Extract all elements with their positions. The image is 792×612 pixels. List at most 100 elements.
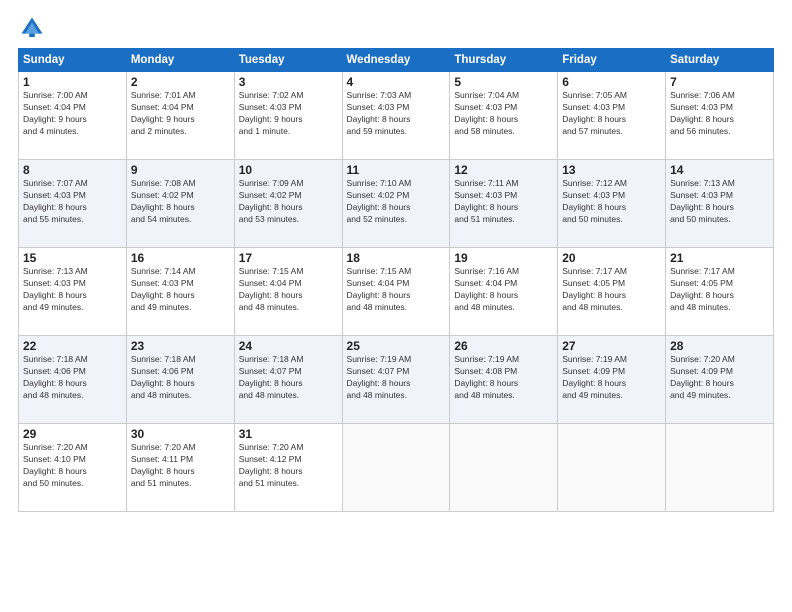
calendar-cell: 10Sunrise: 7:09 AM Sunset: 4:02 PM Dayli…	[234, 160, 342, 248]
calendar: SundayMondayTuesdayWednesdayThursdayFrid…	[18, 48, 774, 512]
day-number: 3	[239, 75, 338, 89]
calendar-cell: 27Sunrise: 7:19 AM Sunset: 4:09 PM Dayli…	[558, 336, 666, 424]
calendar-cell: 22Sunrise: 7:18 AM Sunset: 4:06 PM Dayli…	[19, 336, 127, 424]
calendar-cell: 2Sunrise: 7:01 AM Sunset: 4:04 PM Daylig…	[126, 72, 234, 160]
day-number: 12	[454, 163, 553, 177]
day-info: Sunrise: 7:13 AM Sunset: 4:03 PM Dayligh…	[670, 178, 769, 226]
day-info: Sunrise: 7:14 AM Sunset: 4:03 PM Dayligh…	[131, 266, 230, 314]
day-number: 16	[131, 251, 230, 265]
calendar-cell	[558, 424, 666, 512]
day-info: Sunrise: 7:19 AM Sunset: 4:07 PM Dayligh…	[347, 354, 446, 402]
day-info: Sunrise: 7:05 AM Sunset: 4:03 PM Dayligh…	[562, 90, 661, 138]
day-number: 24	[239, 339, 338, 353]
day-number: 27	[562, 339, 661, 353]
day-info: Sunrise: 7:02 AM Sunset: 4:03 PM Dayligh…	[239, 90, 338, 138]
calendar-cell: 30Sunrise: 7:20 AM Sunset: 4:11 PM Dayli…	[126, 424, 234, 512]
day-info: Sunrise: 7:20 AM Sunset: 4:10 PM Dayligh…	[23, 442, 122, 490]
day-number: 1	[23, 75, 122, 89]
col-header-saturday: Saturday	[666, 49, 774, 72]
day-info: Sunrise: 7:09 AM Sunset: 4:02 PM Dayligh…	[239, 178, 338, 226]
day-info: Sunrise: 7:13 AM Sunset: 4:03 PM Dayligh…	[23, 266, 122, 314]
calendar-cell: 24Sunrise: 7:18 AM Sunset: 4:07 PM Dayli…	[234, 336, 342, 424]
col-header-wednesday: Wednesday	[342, 49, 450, 72]
day-number: 10	[239, 163, 338, 177]
day-number: 2	[131, 75, 230, 89]
day-info: Sunrise: 7:19 AM Sunset: 4:08 PM Dayligh…	[454, 354, 553, 402]
logo	[18, 14, 49, 42]
day-info: Sunrise: 7:20 AM Sunset: 4:11 PM Dayligh…	[131, 442, 230, 490]
day-number: 28	[670, 339, 769, 353]
day-info: Sunrise: 7:03 AM Sunset: 4:03 PM Dayligh…	[347, 90, 446, 138]
day-number: 19	[454, 251, 553, 265]
day-number: 30	[131, 427, 230, 441]
page: SundayMondayTuesdayWednesdayThursdayFrid…	[0, 0, 792, 612]
calendar-cell: 9Sunrise: 7:08 AM Sunset: 4:02 PM Daylig…	[126, 160, 234, 248]
day-number: 15	[23, 251, 122, 265]
calendar-cell: 18Sunrise: 7:15 AM Sunset: 4:04 PM Dayli…	[342, 248, 450, 336]
calendar-cell: 25Sunrise: 7:19 AM Sunset: 4:07 PM Dayli…	[342, 336, 450, 424]
calendar-cell	[450, 424, 558, 512]
col-header-friday: Friday	[558, 49, 666, 72]
calendar-cell: 31Sunrise: 7:20 AM Sunset: 4:12 PM Dayli…	[234, 424, 342, 512]
calendar-cell: 21Sunrise: 7:17 AM Sunset: 4:05 PM Dayli…	[666, 248, 774, 336]
day-number: 9	[131, 163, 230, 177]
col-header-monday: Monday	[126, 49, 234, 72]
day-info: Sunrise: 7:17 AM Sunset: 4:05 PM Dayligh…	[562, 266, 661, 314]
calendar-cell: 4Sunrise: 7:03 AM Sunset: 4:03 PM Daylig…	[342, 72, 450, 160]
header	[18, 10, 774, 42]
day-number: 20	[562, 251, 661, 265]
calendar-cell: 28Sunrise: 7:20 AM Sunset: 4:09 PM Dayli…	[666, 336, 774, 424]
day-number: 29	[23, 427, 122, 441]
day-info: Sunrise: 7:18 AM Sunset: 4:06 PM Dayligh…	[23, 354, 122, 402]
day-info: Sunrise: 7:04 AM Sunset: 4:03 PM Dayligh…	[454, 90, 553, 138]
day-number: 13	[562, 163, 661, 177]
day-number: 21	[670, 251, 769, 265]
day-info: Sunrise: 7:20 AM Sunset: 4:12 PM Dayligh…	[239, 442, 338, 490]
calendar-cell	[342, 424, 450, 512]
col-header-tuesday: Tuesday	[234, 49, 342, 72]
day-number: 22	[23, 339, 122, 353]
calendar-week-row: 8Sunrise: 7:07 AM Sunset: 4:03 PM Daylig…	[19, 160, 774, 248]
day-info: Sunrise: 7:07 AM Sunset: 4:03 PM Dayligh…	[23, 178, 122, 226]
day-info: Sunrise: 7:15 AM Sunset: 4:04 PM Dayligh…	[347, 266, 446, 314]
calendar-week-row: 22Sunrise: 7:18 AM Sunset: 4:06 PM Dayli…	[19, 336, 774, 424]
calendar-cell: 13Sunrise: 7:12 AM Sunset: 4:03 PM Dayli…	[558, 160, 666, 248]
calendar-week-row: 1Sunrise: 7:00 AM Sunset: 4:04 PM Daylig…	[19, 72, 774, 160]
calendar-cell: 6Sunrise: 7:05 AM Sunset: 4:03 PM Daylig…	[558, 72, 666, 160]
day-number: 18	[347, 251, 446, 265]
day-number: 11	[347, 163, 446, 177]
col-header-thursday: Thursday	[450, 49, 558, 72]
day-number: 5	[454, 75, 553, 89]
day-info: Sunrise: 7:12 AM Sunset: 4:03 PM Dayligh…	[562, 178, 661, 226]
logo-icon	[18, 14, 46, 42]
col-header-sunday: Sunday	[19, 49, 127, 72]
day-number: 17	[239, 251, 338, 265]
calendar-cell: 20Sunrise: 7:17 AM Sunset: 4:05 PM Dayli…	[558, 248, 666, 336]
day-info: Sunrise: 7:19 AM Sunset: 4:09 PM Dayligh…	[562, 354, 661, 402]
calendar-header-row: SundayMondayTuesdayWednesdayThursdayFrid…	[19, 49, 774, 72]
calendar-week-row: 29Sunrise: 7:20 AM Sunset: 4:10 PM Dayli…	[19, 424, 774, 512]
day-number: 7	[670, 75, 769, 89]
calendar-cell: 12Sunrise: 7:11 AM Sunset: 4:03 PM Dayli…	[450, 160, 558, 248]
calendar-cell: 23Sunrise: 7:18 AM Sunset: 4:06 PM Dayli…	[126, 336, 234, 424]
calendar-cell: 5Sunrise: 7:04 AM Sunset: 4:03 PM Daylig…	[450, 72, 558, 160]
day-number: 26	[454, 339, 553, 353]
day-number: 4	[347, 75, 446, 89]
day-info: Sunrise: 7:16 AM Sunset: 4:04 PM Dayligh…	[454, 266, 553, 314]
day-info: Sunrise: 7:17 AM Sunset: 4:05 PM Dayligh…	[670, 266, 769, 314]
calendar-cell: 15Sunrise: 7:13 AM Sunset: 4:03 PM Dayli…	[19, 248, 127, 336]
day-number: 25	[347, 339, 446, 353]
calendar-cell: 8Sunrise: 7:07 AM Sunset: 4:03 PM Daylig…	[19, 160, 127, 248]
calendar-week-row: 15Sunrise: 7:13 AM Sunset: 4:03 PM Dayli…	[19, 248, 774, 336]
calendar-cell: 7Sunrise: 7:06 AM Sunset: 4:03 PM Daylig…	[666, 72, 774, 160]
calendar-cell	[666, 424, 774, 512]
calendar-cell: 19Sunrise: 7:16 AM Sunset: 4:04 PM Dayli…	[450, 248, 558, 336]
calendar-cell: 26Sunrise: 7:19 AM Sunset: 4:08 PM Dayli…	[450, 336, 558, 424]
calendar-cell: 1Sunrise: 7:00 AM Sunset: 4:04 PM Daylig…	[19, 72, 127, 160]
calendar-cell: 11Sunrise: 7:10 AM Sunset: 4:02 PM Dayli…	[342, 160, 450, 248]
day-info: Sunrise: 7:11 AM Sunset: 4:03 PM Dayligh…	[454, 178, 553, 226]
calendar-cell: 14Sunrise: 7:13 AM Sunset: 4:03 PM Dayli…	[666, 160, 774, 248]
day-info: Sunrise: 7:01 AM Sunset: 4:04 PM Dayligh…	[131, 90, 230, 138]
calendar-cell: 17Sunrise: 7:15 AM Sunset: 4:04 PM Dayli…	[234, 248, 342, 336]
calendar-cell: 29Sunrise: 7:20 AM Sunset: 4:10 PM Dayli…	[19, 424, 127, 512]
